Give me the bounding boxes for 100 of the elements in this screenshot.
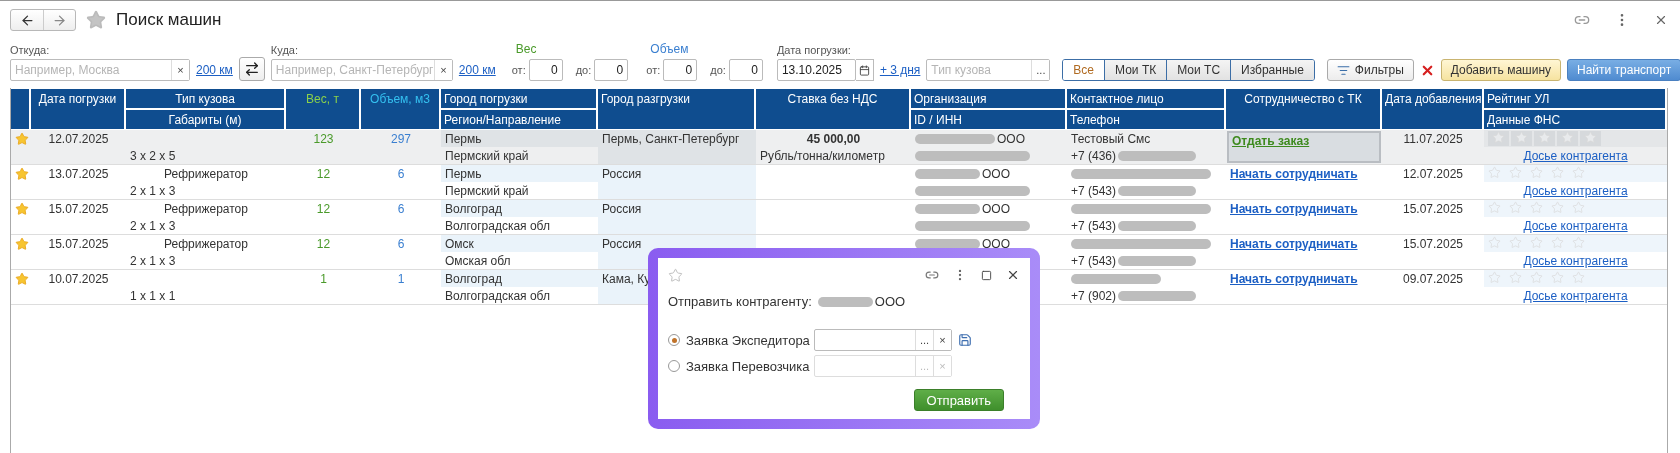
table-row[interactable]: 15.07.2025 Рефрижератор 2 x 1 x 3 12 6 Волгоград Волгоградская обл Россия ООО +7 (543) Начать сотрудничать 15.07.2025 Досье контрагента xyxy=(11,200,1667,235)
table-cell-text: 13.07.2025 xyxy=(47,166,110,182)
close-icon[interactable] xyxy=(1006,268,1020,282)
from-label: от: xyxy=(511,64,526,76)
column-header: Габариты (м) xyxy=(126,110,286,129)
calendar-button[interactable] xyxy=(855,59,874,81)
dossier-link[interactable]: Досье контрагента xyxy=(1523,148,1628,163)
from-label: от: xyxy=(646,64,661,76)
star-icon[interactable] xyxy=(86,10,106,30)
redacted-bar xyxy=(915,203,980,214)
arrow-left-icon xyxy=(19,12,35,28)
table-cell-text: Рефрижератор xyxy=(163,201,249,217)
table-cell: Пермь, Санкт-Петербург xyxy=(598,130,756,164)
link-icon[interactable] xyxy=(925,268,939,282)
body-type-field[interactable]: Тип кузова ... xyxy=(926,59,1051,81)
number-field[interactable]: 0 xyxy=(728,59,763,81)
number-field[interactable]: 0 xyxy=(528,59,563,81)
dossier-link[interactable]: Досье контрагента xyxy=(1523,253,1628,268)
column-header: Телефон xyxy=(1067,110,1226,129)
clear-button[interactable]: × xyxy=(933,330,951,350)
star-icon[interactable] xyxy=(15,202,29,216)
table-row[interactable]: 13.07.2025 Рефрижератор 2 x 1 x 3 12 6 Пермь Пермский край Россия ООО +7 (543) Начать сотрудничать 12.07.2025 Досье контрагента xyxy=(11,165,1667,200)
number-field[interactable]: 0 xyxy=(594,59,629,81)
add-vehicle-button[interactable]: Добавить машину xyxy=(1440,59,1561,81)
dossier-link[interactable]: Досье контрагента xyxy=(1523,183,1628,198)
table-cell-text: Волгоградская обл xyxy=(444,218,551,234)
table-cell-text: 1 xyxy=(319,271,328,287)
city-field[interactable]: Например, Москва × xyxy=(10,59,190,81)
column-header: Тип кузова xyxy=(126,89,286,108)
close-icon[interactable] xyxy=(1654,13,1668,27)
filter-icon xyxy=(1336,63,1350,77)
radius-link[interactable]: 200 км xyxy=(458,63,496,77)
option-label: Заявка Экспедитора xyxy=(686,332,808,348)
organization-name: ООО xyxy=(874,294,906,309)
table-cell-text: 123 xyxy=(312,131,335,147)
document-field[interactable]: ... × xyxy=(814,329,952,351)
field-label: Дата погрузки: xyxy=(776,44,852,56)
radius-link[interactable]: 200 км xyxy=(196,63,233,77)
star-icon[interactable] xyxy=(15,132,29,146)
city-field[interactable]: Например, Санкт-Петербург × xyxy=(270,59,453,81)
option-label: Заявка Перевозчика xyxy=(686,358,808,374)
swap-button[interactable] xyxy=(238,57,265,81)
maximize-icon[interactable] xyxy=(981,269,992,281)
range-label: Объем xyxy=(650,42,690,56)
dossier-link[interactable]: Досье контрагента xyxy=(1523,288,1628,303)
table-cell-text: 12 xyxy=(315,166,332,182)
cooperate-link[interactable]: Начать сотрудничать xyxy=(1230,166,1358,181)
table-cell-text: 2 x 1 x 3 xyxy=(129,253,177,269)
calendar-icon xyxy=(858,64,870,76)
filter-tab[interactable]: Избранные xyxy=(1230,60,1314,80)
table-cell-text: Пермский край xyxy=(444,183,530,199)
filter-tab[interactable]: Мои ТК xyxy=(1104,60,1167,80)
field-label: Откуда: xyxy=(10,44,51,56)
dossier-link[interactable]: Досье контрагента xyxy=(1523,218,1628,233)
clear-button[interactable]: × xyxy=(171,60,189,80)
table-cell: Омск xyxy=(441,235,598,252)
redacted-bar xyxy=(915,238,980,249)
table-cell-text: 12.07.2025 xyxy=(47,131,110,147)
table-cell-text: Волгоградская обл xyxy=(444,288,551,304)
save-icon[interactable] xyxy=(958,333,972,347)
table-cell-text: 6 xyxy=(396,201,406,217)
table-row[interactable]: 12.07.2025 3 x 2 x 5 123 297 Пермь Пермский край Пермь, Санкт-Петербург 45 000,00 Рубль/тонна/километр ООО Тестовый Смс +7 (436) Отдать заказ 11.07.2025 Досье контрагента xyxy=(11,130,1667,165)
window-title: Поиск машин xyxy=(116,10,222,30)
clear-button[interactable]: × xyxy=(433,60,452,80)
table-cell-text: 1 xyxy=(396,271,406,287)
organization-name: ООО xyxy=(982,166,1010,181)
star-icon[interactable] xyxy=(668,267,683,283)
filter-tab[interactable]: Мои ТС xyxy=(1166,60,1231,80)
table-cell-text: 3 x 2 x 5 xyxy=(129,148,177,164)
phone-number: +7 (543) xyxy=(1071,253,1117,268)
column-header: Контактное лицо xyxy=(1067,89,1226,108)
phone-number: +7 (543) xyxy=(1071,218,1117,233)
table-cell-text: 12.07.2025 xyxy=(1401,166,1465,182)
organization-name: ООО xyxy=(997,131,1025,146)
number-field[interactable]: 0 xyxy=(663,59,698,81)
table-cell-text: 6 xyxy=(396,166,406,182)
star-icon[interactable] xyxy=(15,272,29,286)
redacted-bar xyxy=(817,296,873,307)
filters-button[interactable]: Фильтры xyxy=(1326,59,1414,81)
cooperate-link[interactable]: Начать сотрудничать xyxy=(1230,271,1358,286)
table-cell: Волгоград xyxy=(441,200,598,217)
star-icon[interactable] xyxy=(15,237,29,251)
to-label: до: xyxy=(710,64,726,76)
date-field[interactable]: 13.10.2025 xyxy=(776,59,856,81)
column-header: Регион/Направление xyxy=(441,110,598,129)
table-cell-text: 12 xyxy=(315,236,332,252)
radio-button[interactable] xyxy=(668,334,680,346)
cooperate-link[interactable]: Начать сотрудничать xyxy=(1230,201,1358,216)
organization-name: ООО xyxy=(982,201,1010,216)
column-header: ID / ИНН xyxy=(911,110,1067,129)
table-cell-text: 09.07.2025 xyxy=(1401,271,1465,287)
table-cell-text: 11.07.2025 xyxy=(1402,131,1464,147)
plus-days-link[interactable]: + 3 дня xyxy=(879,63,921,77)
range-label: Вес xyxy=(515,42,538,56)
star-icon[interactable] xyxy=(15,167,29,181)
contact-name: Тестовый Смс xyxy=(1071,131,1151,146)
cooperate-link[interactable]: Начать сотрудничать xyxy=(1230,236,1358,251)
select-button[interactable]: ... xyxy=(1031,60,1050,80)
table-cell-text: 45 000,00 xyxy=(805,131,862,147)
table-cell-text: 1 x 1 x 1 xyxy=(129,288,177,304)
